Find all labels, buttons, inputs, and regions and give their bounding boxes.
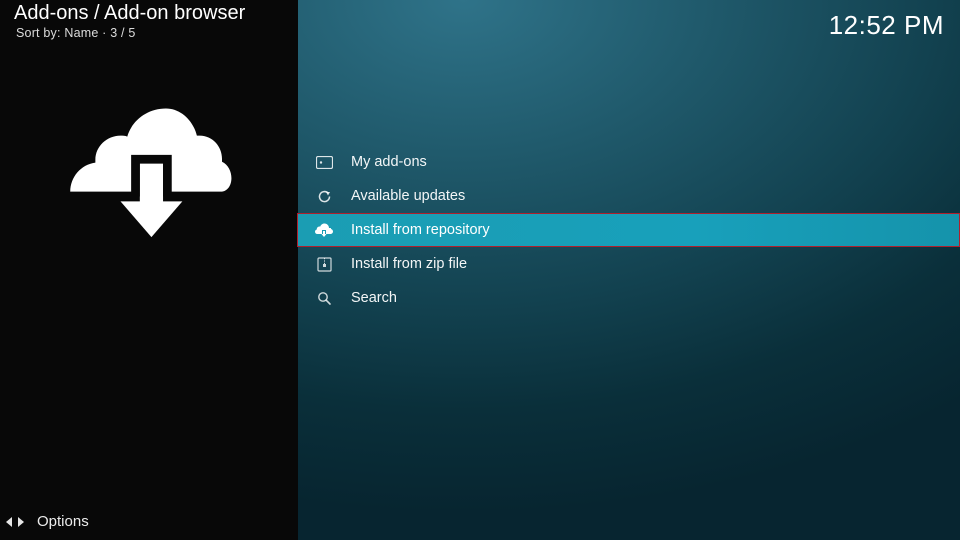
list-item-label: Install from zip file <box>351 256 467 272</box>
clock: 12:52 PM <box>829 10 944 41</box>
search-icon <box>315 291 333 306</box>
list-item-label: My add-ons <box>351 154 427 170</box>
download-cloud-icon <box>62 95 237 245</box>
sort-info: Sort by: Name · 3 / 5 <box>16 26 136 40</box>
list-item-search[interactable]: Search <box>298 281 960 315</box>
list-item-label: Search <box>351 290 397 306</box>
sidebar: Add-ons / Add-on browser Sort by: Name ·… <box>0 0 298 540</box>
list-item-available-updates[interactable]: Available updates <box>298 179 960 213</box>
list-item-label: Install from repository <box>351 222 490 238</box>
list-item-my-addons[interactable]: My add-ons <box>298 145 960 179</box>
box-icon <box>315 156 333 169</box>
list-item-install-zip[interactable]: Install from zip file <box>298 247 960 281</box>
arrows-icon <box>6 515 24 529</box>
cloud-download-icon <box>315 223 333 237</box>
options-label: Options <box>37 513 89 530</box>
options-button[interactable]: Options <box>6 513 89 530</box>
refresh-icon <box>315 189 333 204</box>
breadcrumb: Add-ons / Add-on browser <box>14 2 245 25</box>
zip-icon <box>315 257 333 272</box>
list-item-install-repository[interactable]: Install from repository <box>297 213 960 247</box>
list-item-label: Available updates <box>351 188 465 204</box>
main-panel: 12:52 PM My add-ons Available updates <box>298 0 960 540</box>
